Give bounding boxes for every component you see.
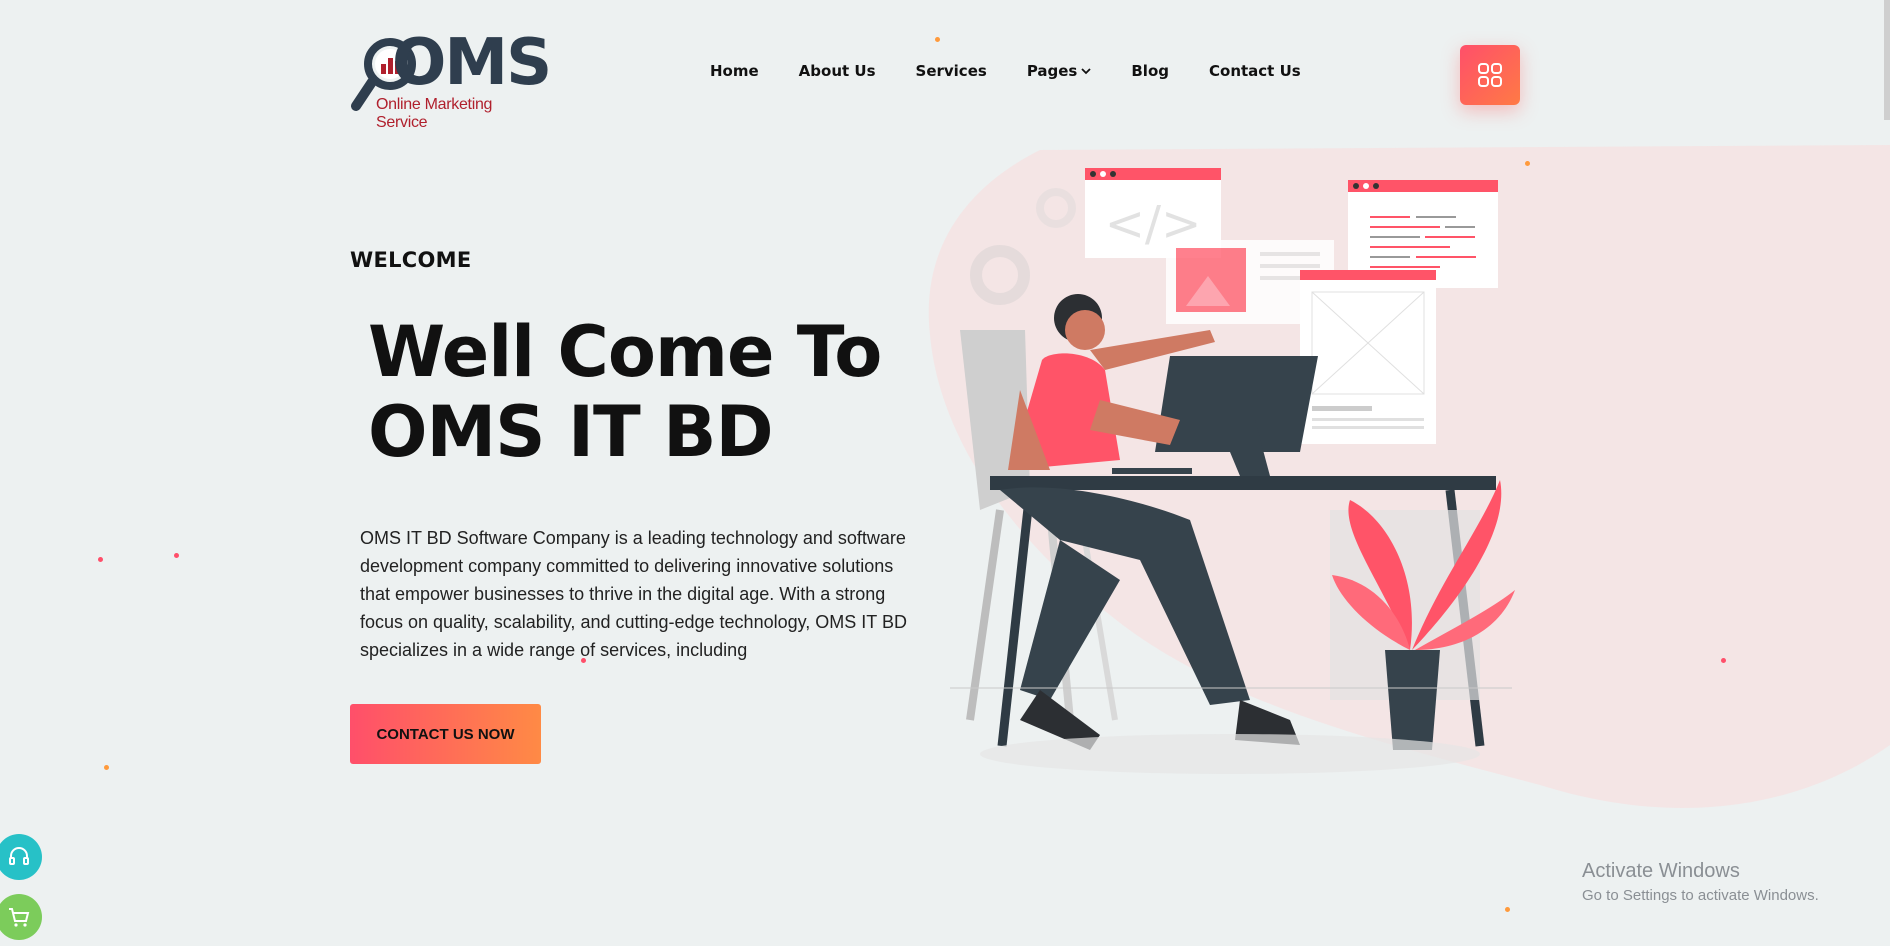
grid-icon [1478,63,1502,87]
watermark-title: Activate Windows [1582,860,1740,882]
site-logo[interactable]: OMS Online Marketing Service [350,30,552,131]
main-nav: Home About Us Services Pages Blog Contac… [710,62,1341,80]
cart-icon [9,908,30,927]
logo-tagline: Online Marketing Service [376,96,493,131]
wireframe-window [1300,270,1436,444]
decor-dot [98,557,103,562]
windows-activation-watermark: Activate Windows Go to Settings to activ… [1582,860,1819,904]
watermark-subtitle: Go to Settings to activate Windows. [1582,887,1819,904]
chevron-down-icon [1081,68,1092,75]
nav-services-label: Services [915,62,987,80]
nav-home-label: Home [710,62,759,80]
hero-eyebrow: WELCOME [350,248,472,272]
hero-description: OMS IT BD Software Company is a leading … [360,528,907,660]
nav-pages-label: Pages [1026,62,1078,80]
nav-contact-label: Contact Us [1209,62,1301,80]
logo-wordmark: OMS [392,26,552,100]
hero-illustration: </> [950,168,1515,774]
nav-about-us[interactable]: About Us [799,62,876,80]
decor-dot [104,765,109,770]
nav-pages[interactable]: Pages [1027,62,1092,80]
hero-headline: Well Come To OMS IT BD [368,312,928,472]
support-button[interactable] [0,834,42,880]
decor-dot [935,37,940,42]
nav-blog-label: Blog [1131,62,1169,80]
floor-shadow [980,734,1480,774]
hero-headline-line-2: OMS IT BD [368,391,774,473]
contact-us-now-button[interactable]: CONTACT US NOW [350,704,541,764]
offcanvas-menu-button[interactable] [1460,45,1520,105]
nav-about-label: About Us [798,62,876,80]
decor-dot [1721,658,1726,663]
headset-icon [9,847,29,865]
hero-headline-line-1: Well Come To [368,311,882,393]
nav-contact-us[interactable]: Contact Us [1209,62,1301,80]
decor-dot [174,553,179,558]
gear-icon [970,188,1076,305]
decor-dot [1505,907,1510,912]
cart-button[interactable] [0,894,42,940]
nav-services[interactable]: Services [916,62,987,80]
page-scrollbar[interactable] [1884,0,1890,120]
nav-blog[interactable]: Blog [1131,62,1169,80]
nav-home[interactable]: Home [710,62,759,80]
